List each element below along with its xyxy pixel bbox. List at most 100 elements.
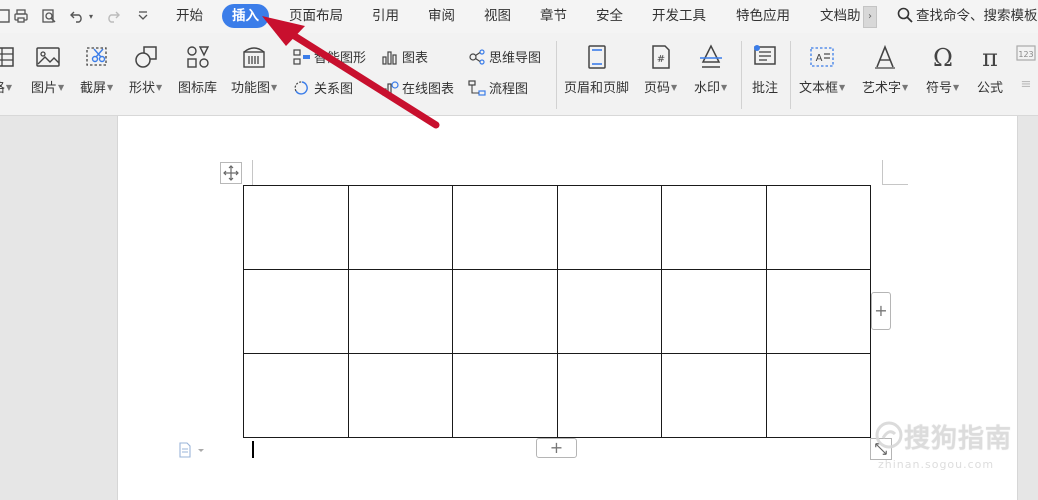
tab-home[interactable]: 开始 [176, 4, 203, 28]
tab-insert[interactable]: 插入 [222, 4, 269, 28]
tab-security[interactable]: 安全 [596, 4, 623, 28]
smart-art-icon [293, 49, 311, 65]
tab-special-apps[interactable]: 特色应用 [736, 4, 790, 28]
word-art-button[interactable]: 艺术字▼ [862, 43, 908, 96]
table-cell[interactable] [347, 353, 453, 438]
search-icon [897, 7, 913, 23]
document-table[interactable] [243, 185, 871, 438]
print-icon[interactable] [12, 7, 30, 25]
page-number-button[interactable]: # 页码▼ [644, 43, 677, 96]
table-cell[interactable] [347, 269, 453, 354]
watermark-label: 水印 [694, 81, 721, 96]
mind-map-label: 思维导图 [489, 51, 542, 66]
undo-icon[interactable] [68, 7, 86, 25]
table-cell[interactable] [661, 185, 767, 270]
table-cell[interactable] [765, 185, 871, 270]
add-column-button[interactable]: + [871, 292, 891, 330]
chart-icon [381, 49, 399, 65]
more-tabs-button[interactable]: › [863, 6, 877, 28]
table-button[interactable]: 格▼ [0, 43, 16, 96]
customize-toolbar-icon[interactable] [134, 7, 152, 25]
command-search-label: 查找命令、搜索模板 [916, 8, 1038, 24]
watermark-main-text: 搜狗指南 [904, 424, 1013, 454]
table-cell[interactable] [243, 269, 349, 354]
tab-references[interactable]: 引用 [372, 4, 399, 28]
screenshot-label: 截屏 [80, 81, 107, 96]
ribbon-separator [556, 41, 557, 109]
function-chart-button[interactable]: 功能图▼ [231, 43, 277, 96]
chevron-down-icon: ▼ [721, 83, 728, 92]
shapes-icon [132, 43, 160, 71]
picture-button[interactable]: 图片▼ [31, 43, 64, 96]
command-search[interactable]: 查找命令、搜索模板 [897, 4, 1038, 28]
shapes-button[interactable]: 形状▼ [129, 43, 162, 96]
numbering-button[interactable]: 123 ≡ [1014, 43, 1038, 92]
comment-icon [751, 43, 779, 71]
table-cell[interactable] [452, 269, 558, 354]
chevron-down-icon: ▼ [156, 83, 163, 92]
ribbon-separator [741, 41, 742, 109]
print-preview-icon[interactable] [40, 7, 58, 25]
text-box-icon: A [808, 43, 836, 71]
table-row [243, 269, 871, 354]
table-label: 格 [0, 81, 5, 96]
chevron-down-icon: ▼ [107, 83, 114, 92]
text-box-button[interactable]: A 文本框▼ [799, 43, 845, 96]
screenshot-icon [83, 43, 111, 71]
symbol-button[interactable]: Ω 符号▼ [926, 43, 959, 96]
table-cell[interactable] [452, 353, 558, 438]
table-cell[interactable] [661, 353, 767, 438]
tab-review[interactable]: 审阅 [428, 4, 455, 28]
comment-button[interactable]: 批注 [751, 43, 779, 96]
watermark-sub-text: zhinan.sogou.com [878, 458, 995, 471]
paragraph-options-button[interactable] [178, 442, 206, 458]
mind-map-button[interactable]: 思维导图 [468, 49, 541, 69]
redo-icon[interactable] [104, 7, 122, 25]
numbering-icon: 123 [1014, 43, 1038, 71]
svg-text:A: A [816, 53, 823, 64]
tab-section[interactable]: 章节 [540, 4, 567, 28]
smart-art-label: 智能图形 [314, 51, 367, 66]
insert-ribbon: 格▼ 图片▼ 截屏▼ 形状▼ 图标库 功能图▼ 智能图形 图表 [0, 33, 1038, 116]
tab-page-layout[interactable]: 页面布局 [289, 4, 343, 28]
add-row-button[interactable]: + [536, 438, 577, 458]
site-watermark: 搜狗指南 zhinan.sogou.com [872, 414, 1038, 484]
save-icon[interactable] [0, 7, 12, 25]
table-cell[interactable] [556, 353, 662, 438]
margin-corner-mark [252, 160, 253, 185]
watermark-button[interactable]: 水印▼ [694, 43, 727, 96]
tab-developer-tools[interactable]: 开发工具 [652, 4, 706, 28]
undo-dropdown-icon[interactable]: ▾ [86, 7, 96, 25]
table-cell[interactable] [556, 269, 662, 354]
flowchart-button[interactable]: 流程图 [468, 80, 528, 100]
table-move-handle[interactable] [220, 162, 242, 184]
shapes-label: 形状 [129, 81, 156, 96]
header-footer-button[interactable]: 页眉和页脚 [564, 43, 629, 96]
header-footer-icon [583, 43, 611, 71]
formula-button[interactable]: π 公式 [976, 43, 1004, 96]
table-cell[interactable] [661, 269, 767, 354]
smart-art-button[interactable]: 智能图形 [293, 49, 366, 69]
watermark-icon [697, 43, 725, 71]
numbering-more-icon: ≡ [1020, 77, 1032, 92]
online-chart-button[interactable]: 在线图表 [381, 80, 454, 100]
table-cell[interactable] [765, 353, 871, 438]
icon-library-button[interactable]: 图标库 [178, 43, 217, 96]
menu-bar: ▾ 开始 插入 页面布局 引用 审阅 视图 章节 安全 开发工具 特色应用 文档… [0, 0, 1038, 33]
table-cell[interactable] [243, 185, 349, 270]
relation-chart-button[interactable]: 关系图 [293, 80, 353, 100]
table-cell[interactable] [556, 185, 662, 270]
picture-icon [34, 43, 62, 71]
table-cell[interactable] [347, 185, 453, 270]
tab-view[interactable]: 视图 [484, 4, 511, 28]
chart-button[interactable]: 图表 [381, 49, 428, 69]
screenshot-button[interactable]: 截屏▼ [80, 43, 113, 96]
formula-label: 公式 [976, 81, 1003, 96]
table-row [243, 185, 871, 270]
table-cell[interactable] [243, 353, 349, 438]
tab-doc-assistant[interactable]: 文档助 [820, 4, 861, 28]
table-cell[interactable] [452, 185, 558, 270]
chevron-down-icon: ▼ [671, 83, 678, 92]
online-chart-icon [381, 80, 399, 96]
table-cell[interactable] [765, 269, 871, 354]
